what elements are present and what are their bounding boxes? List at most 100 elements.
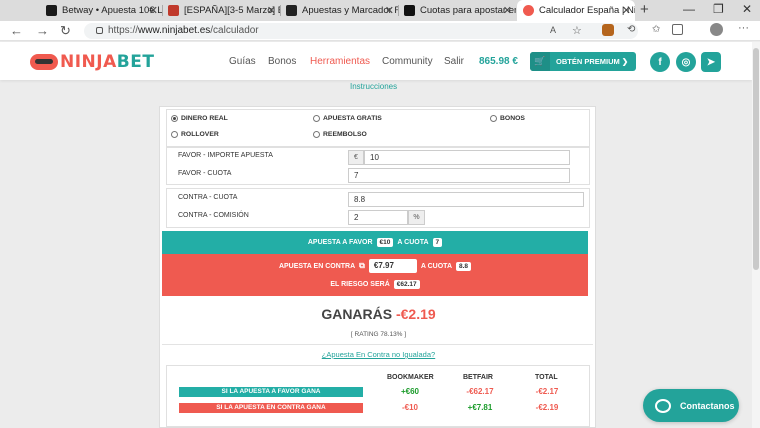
col-betfair: BETFAIR [463, 374, 493, 381]
back-odds-chip: 7 [432, 238, 443, 247]
logo-text-ninja: NINJA [60, 52, 117, 72]
result-value: -€2.19 [395, 306, 436, 322]
address-bar-row: ← → ↻ https://www.ninjabet.es/calculador… [0, 21, 760, 41]
back-icon[interactable]: ← [10, 23, 23, 38]
nav-herramientas[interactable]: Herramientas [310, 56, 370, 67]
more-menu-icon[interactable]: ··· [738, 22, 750, 34]
minimize-icon[interactable]: — [683, 2, 695, 16]
premium-label: OBTÉN PREMIUM ❯ [556, 57, 629, 66]
favor-odds-input[interactable]: 7 [348, 168, 570, 183]
profile-avatar[interactable] [710, 23, 723, 36]
browser-tab-active[interactable]: Calculador España | Ninja ✕ [517, 0, 635, 21]
unmatched-lay-link[interactable]: ¿Apuesta En Contra no Igualada? [160, 350, 597, 359]
favor-stake-label: FAVOR - IMPORTE APUESTA [178, 152, 273, 159]
ninjabet-logo[interactable]: NINJA BET [30, 52, 154, 72]
result-label: GANARÁS [321, 306, 393, 322]
lock-icon [96, 26, 103, 34]
favor-stake-input[interactable]: 10 [364, 150, 570, 165]
radio-icon [171, 131, 178, 138]
close-tab-icon[interactable]: ✕ [622, 4, 631, 17]
contact-chat-button[interactable]: Contactanos [643, 389, 739, 422]
radio-reembolso[interactable]: REEMBOLSO [313, 131, 367, 138]
radio-rollover[interactable]: ROLLOVER [171, 131, 219, 138]
lay-wins-betfair: +€7.81 [467, 403, 493, 412]
collections-icon[interactable] [672, 24, 683, 35]
url-path: /calculador [210, 25, 259, 36]
favorite-star-icon[interactable]: ☆ [572, 24, 584, 37]
radio-label: REEMBOLSO [323, 131, 367, 138]
back-bet-section: FAVOR - IMPORTE APUESTA € 10 FAVOR - CUO… [166, 147, 590, 185]
instructions-link[interactable]: Instrucciones [350, 82, 397, 91]
close-tab-icon[interactable]: ✕ [149, 4, 158, 17]
back-wins-bookmaker: +€60 [400, 387, 420, 396]
nav-bonos[interactable]: Bonos [268, 56, 296, 67]
lay-bet-band: APUESTA EN CONTRA ⧉ €7.97 A CUOTA 8.8 EL… [162, 254, 588, 296]
chat-bubble-icon [655, 398, 671, 413]
close-window-icon[interactable]: ✕ [742, 2, 752, 16]
maximize-icon[interactable]: ❐ [713, 2, 724, 16]
radio-dinero-real[interactable]: DINERO REAL [171, 115, 228, 122]
tab-title: Cuotas para apostar en A [420, 5, 516, 16]
lay-stake-field[interactable]: €7.97 [368, 259, 417, 273]
nav-guias[interactable]: Guías [229, 56, 256, 67]
lay-commission-label: CONTRA - COMISIÓN [178, 212, 249, 219]
browser-tab[interactable]: [ESPAÑA][3-5 Marzo] Bet ✕ [168, 0, 280, 21]
favor-odds-label: FAVOR - CUOTA [178, 170, 232, 177]
close-tab-icon[interactable]: ✕ [503, 4, 512, 17]
radio-bonos[interactable]: BONOS [490, 115, 525, 122]
forward-icon[interactable]: → [36, 23, 49, 38]
browser-tab[interactable]: Cuotas para apostar en A ✕ [404, 0, 516, 21]
lay-wins-total: -€2.19 [535, 403, 559, 412]
browser-tab[interactable]: Betway • Apuesta 10€ La ✕ [46, 0, 162, 21]
tab-title: Calculador España | Ninja [539, 5, 635, 16]
back-stake-chip: €10 [376, 238, 394, 247]
outcome-table: BOOKMAKER BETFAIR TOTAL SI LA APUESTA A … [166, 365, 590, 427]
lay-odds-label: CONTRA - CUOTA [178, 194, 238, 201]
radio-selected-icon [171, 115, 178, 122]
lay-odds-input[interactable]: 8.8 [348, 192, 584, 207]
col-total: TOTAL [535, 374, 558, 381]
close-tab-icon[interactable]: ✕ [267, 4, 276, 17]
reload-icon[interactable]: ↻ [60, 23, 71, 39]
chat-label: Contactanos [680, 400, 735, 411]
extension-icon[interactable] [602, 24, 614, 36]
radio-apuesta-gratis[interactable]: APUESTA GRATIS [313, 115, 382, 122]
back-band-text: APUESTA A FAVOR [307, 239, 373, 246]
sync-icon[interactable]: ⟲ [627, 24, 639, 36]
browser-tab[interactable]: Apuestas y Marcador Fina ✕ [286, 0, 398, 21]
copy-icon[interactable]: ⧉ [359, 261, 365, 271]
forum-favicon-icon [168, 5, 179, 16]
bet-type-section: DINERO REAL APUESTA GRATIS BONOS ROLLOVE… [166, 109, 590, 147]
radio-label: BONOS [500, 115, 525, 122]
favorites-icon[interactable]: ✩ [652, 24, 664, 36]
ninja-mask-icon [30, 54, 58, 70]
url-prefix: https:// [108, 25, 139, 36]
new-tab-button[interactable]: + [640, 1, 649, 18]
instagram-icon[interactable]: ◎ [676, 52, 696, 72]
scrollbar-thumb[interactable] [753, 48, 759, 270]
tab-title: [ESPAÑA][3-5 Marzo] Bet [184, 5, 280, 16]
back-bet-band: APUESTA A FAVOR €10 A CUOTA 7 [162, 231, 588, 254]
back-wins-total: -€2.17 [535, 387, 559, 396]
lay-commission-input[interactable]: 2 [348, 210, 408, 225]
premium-button[interactable]: 🛒 OBTÉN PREMIUM ❯ [530, 52, 636, 71]
nav-community[interactable]: Community [382, 56, 433, 67]
nav-salir[interactable]: Salir [444, 56, 464, 67]
back-band-mid: A CUOTA [397, 239, 429, 246]
radio-icon [313, 115, 320, 122]
account-balance: 865.98 € [479, 56, 518, 67]
read-aloud-icon[interactable]: A [550, 25, 562, 37]
lay-band-mid: A CUOTA [420, 262, 452, 270]
logo-text-bet: BET [116, 52, 155, 72]
back-wins-betfair: -€62.17 [466, 387, 494, 396]
radio-label: DINERO REAL [181, 115, 228, 122]
close-tab-icon[interactable]: ✕ [385, 4, 394, 17]
facebook-icon[interactable]: f [650, 52, 670, 72]
rating-text: [ RATING 78.13% ] [350, 331, 407, 338]
telegram-icon[interactable]: ➤ [701, 52, 721, 72]
odds-site-favicon-icon [286, 5, 297, 16]
calculator-panel: DINERO REAL APUESTA GRATIS BONOS ROLLOVE… [159, 106, 596, 428]
lay-wins-bookmaker: -€10 [401, 403, 418, 412]
risk-chip: €62.17 [393, 280, 420, 289]
ninjabet-favicon-icon [523, 5, 534, 16]
